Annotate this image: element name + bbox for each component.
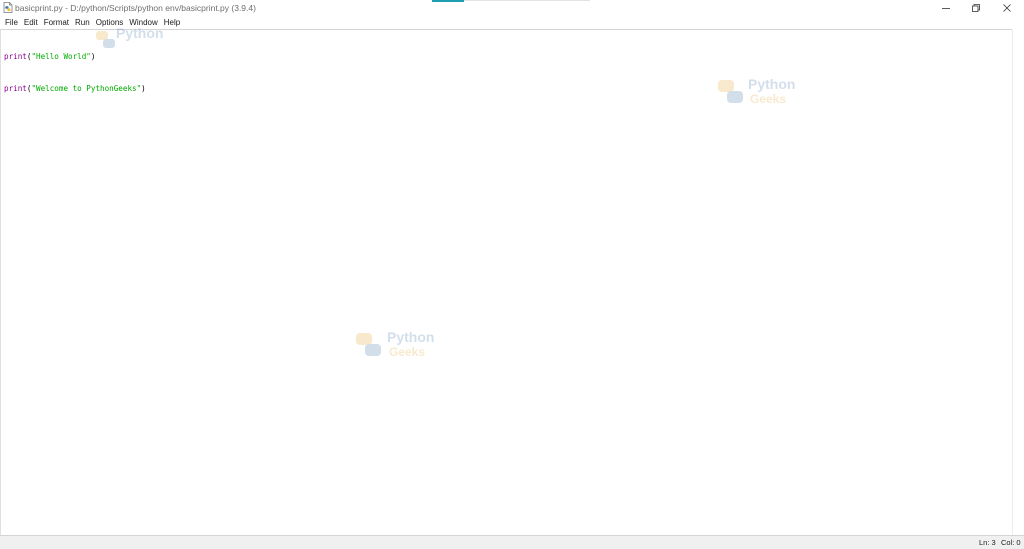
string-literal: "Hello World": [31, 52, 91, 61]
restore-icon: [972, 4, 980, 12]
minimize-button[interactable]: [930, 0, 962, 16]
close-paren: ): [90, 52, 96, 61]
vertical-scrollbar[interactable]: [1012, 29, 1024, 535]
title-bar[interactable]: basicprint.py - D:/python/Scripts/python…: [0, 0, 1024, 16]
menu-edit[interactable]: Edit: [23, 16, 39, 29]
menu-format[interactable]: Format: [43, 16, 70, 29]
minimize-icon: [942, 8, 950, 9]
code-content[interactable]: print("Hello World") print("Welcome to P…: [4, 31, 146, 115]
taskbar-accent-strip: [432, 0, 464, 2]
code-editor[interactable]: print("Hello World") print("Welcome to P…: [0, 29, 1012, 535]
menu-window[interactable]: Window: [128, 16, 158, 29]
code-line-2[interactable]: print("Welcome to PythonGeeks"): [4, 84, 146, 95]
idle-editor-window: basicprint.py - D:/python/Scripts/python…: [0, 0, 1024, 549]
status-line-number: Ln: 3: [979, 538, 996, 547]
menu-run[interactable]: Run: [74, 16, 91, 29]
menu-options[interactable]: Options: [95, 16, 125, 29]
python-file-icon: [3, 2, 13, 13]
close-paren: ): [141, 83, 146, 93]
menu-help[interactable]: Help: [163, 16, 181, 29]
window-title: basicprint.py - D:/python/Scripts/python…: [15, 3, 256, 13]
builtin-print: print: [4, 83, 27, 93]
string-literal: "Welcome to PythonGeeks": [31, 83, 142, 93]
menu-bar: File Edit Format Run Options Window Help: [0, 16, 1024, 29]
close-icon: [1003, 4, 1011, 12]
close-button[interactable]: [991, 0, 1023, 16]
taskbar-accent-line: [464, 0, 590, 1]
builtin-print: print: [4, 52, 27, 61]
status-bar: Ln: 3 Col: 0: [0, 535, 1024, 549]
code-line-1[interactable]: print("Hello World"): [4, 52, 146, 63]
restore-button[interactable]: [960, 0, 992, 16]
menu-file[interactable]: File: [4, 16, 19, 29]
status-column-number: Col: 0: [1001, 538, 1021, 547]
